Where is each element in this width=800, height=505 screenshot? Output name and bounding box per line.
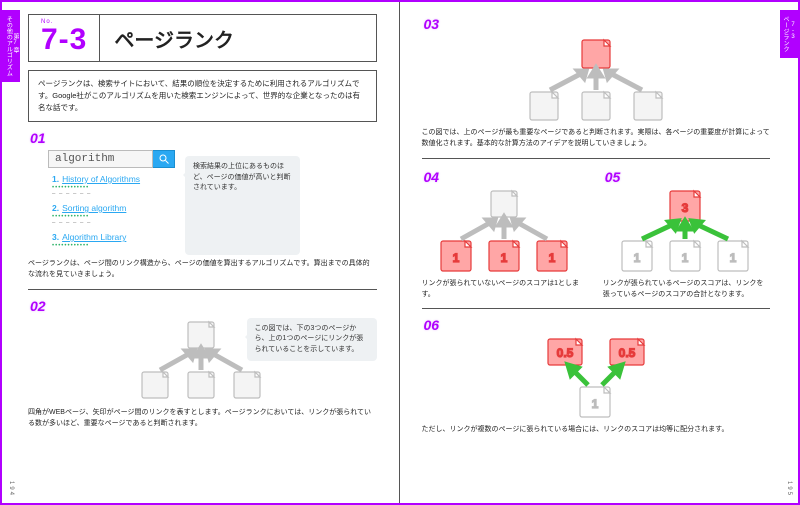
panel-label-05: 05	[605, 169, 770, 185]
panel-05-diagram: 3 1 1 1	[603, 189, 770, 275]
panel-label-02: 02	[30, 298, 377, 314]
panel-05-caption: リンクが張られているページのスコアは、リンクを張っているページのスコアの合計とな…	[603, 279, 770, 301]
score-text: 1	[682, 251, 689, 265]
panel-04-diagram: 1 1 1	[422, 189, 589, 275]
result-rank: 3.	[52, 232, 59, 242]
panel-03-caption: この図では、上のページが最も重要なページであると判断されます。実際は、各ページの…	[422, 128, 771, 150]
result-rank: 1.	[52, 174, 59, 184]
search-button[interactable]	[153, 150, 175, 168]
score-text: 3	[682, 201, 689, 215]
intro-text: ページランクは、検索サイトにおいて、結果の順位を決定するために利用されるアルゴリ…	[28, 70, 377, 122]
result-sub: – – – – – –	[52, 191, 175, 197]
panel-01: algorithm 1.History of Algorithms ••••••…	[28, 150, 377, 255]
section-number: 7-3	[41, 25, 87, 55]
panel-label-03: 03	[424, 16, 771, 32]
search-icon	[158, 153, 170, 165]
panel-01-balloon: 検索結果の上位にあるものほど、ページの価値が高いと判断されています。	[185, 156, 300, 255]
panel-04-caption: リンクが張られていないページのスコアは1とします。	[422, 279, 589, 301]
section-number-box: No. 7-3	[29, 15, 100, 61]
result-underline: ••••••••••••	[52, 243, 175, 249]
panel-label-01: 01	[30, 130, 377, 146]
result-link[interactable]: History of Algorithms	[62, 174, 140, 184]
score-text: 1	[453, 251, 460, 265]
right-page: 03 この図では、上のページが最も重要なページであると判断されます。実際は、各ペ…	[399, 2, 799, 503]
panel-01-caption: ページランクは、ページ間のリンク構造から、ページの価値を算出するアルゴリズムです…	[28, 259, 377, 281]
result-item: 2.Sorting algorithm •••••••••••• – – – –…	[52, 203, 175, 226]
section-title: ページランク	[100, 24, 234, 53]
result-rank: 2.	[52, 203, 59, 213]
result-link[interactable]: Algorithm Library	[62, 232, 126, 242]
result-link[interactable]: Sorting algorithm	[62, 203, 126, 213]
panel-02-balloon: この図では、下の3つのページから、上の1つのページにリンクが張られていることを示…	[247, 318, 377, 362]
score-text: 1	[501, 251, 508, 265]
search-row: algorithm	[48, 150, 175, 168]
panel-label-04: 04	[424, 169, 589, 185]
score-text: 1	[730, 251, 737, 265]
panel-05: 05 3 1 1 1 リンクが張られているページのスコアは、リンクを張っているペ…	[603, 167, 770, 301]
panel-04: 04 1 1 1 リンクが張られていないページのスコアは1とします。	[422, 167, 589, 301]
result-item: 1.History of Algorithms •••••••••••• – –…	[52, 174, 175, 197]
search-results-column: algorithm 1.History of Algorithms ••••••…	[28, 150, 175, 255]
score-text: 1	[591, 397, 598, 411]
divider	[422, 308, 771, 309]
panel-02-caption: 四角がWEBページ、矢印がページ間のリンクを表すとします。ページランクにおいては…	[28, 408, 377, 430]
score-text: 0.5	[556, 346, 573, 360]
score-text: 1	[549, 251, 556, 265]
left-page: No. 7-3 ページランク ページランクは、検索サイトにおいて、結果の順位を決…	[2, 2, 399, 503]
result-list: 1.History of Algorithms •••••••••••• – –…	[52, 174, 175, 249]
result-sub: – – – – – –	[52, 220, 175, 226]
book-spread: 第7章 その他のアルゴリズム 7-3 ページランク 194 195 No. 7-…	[0, 0, 800, 505]
panel-06-caption: ただし、リンクが複数のページに張られている場合には、リンクのスコアは均等に配分さ…	[422, 425, 771, 436]
search-input[interactable]: algorithm	[48, 150, 153, 168]
result-item: 3.Algorithm Library ••••••••••••	[52, 232, 175, 249]
panel-06-diagram: 0.5 0.5 1	[422, 337, 771, 421]
divider	[422, 158, 771, 159]
score-text: 0.5	[618, 346, 635, 360]
divider	[28, 289, 377, 290]
score-text: 1	[634, 251, 641, 265]
panel-label-06: 06	[424, 317, 771, 333]
panel-03-diagram	[422, 36, 771, 124]
section-header: No. 7-3 ページランク	[28, 14, 377, 62]
